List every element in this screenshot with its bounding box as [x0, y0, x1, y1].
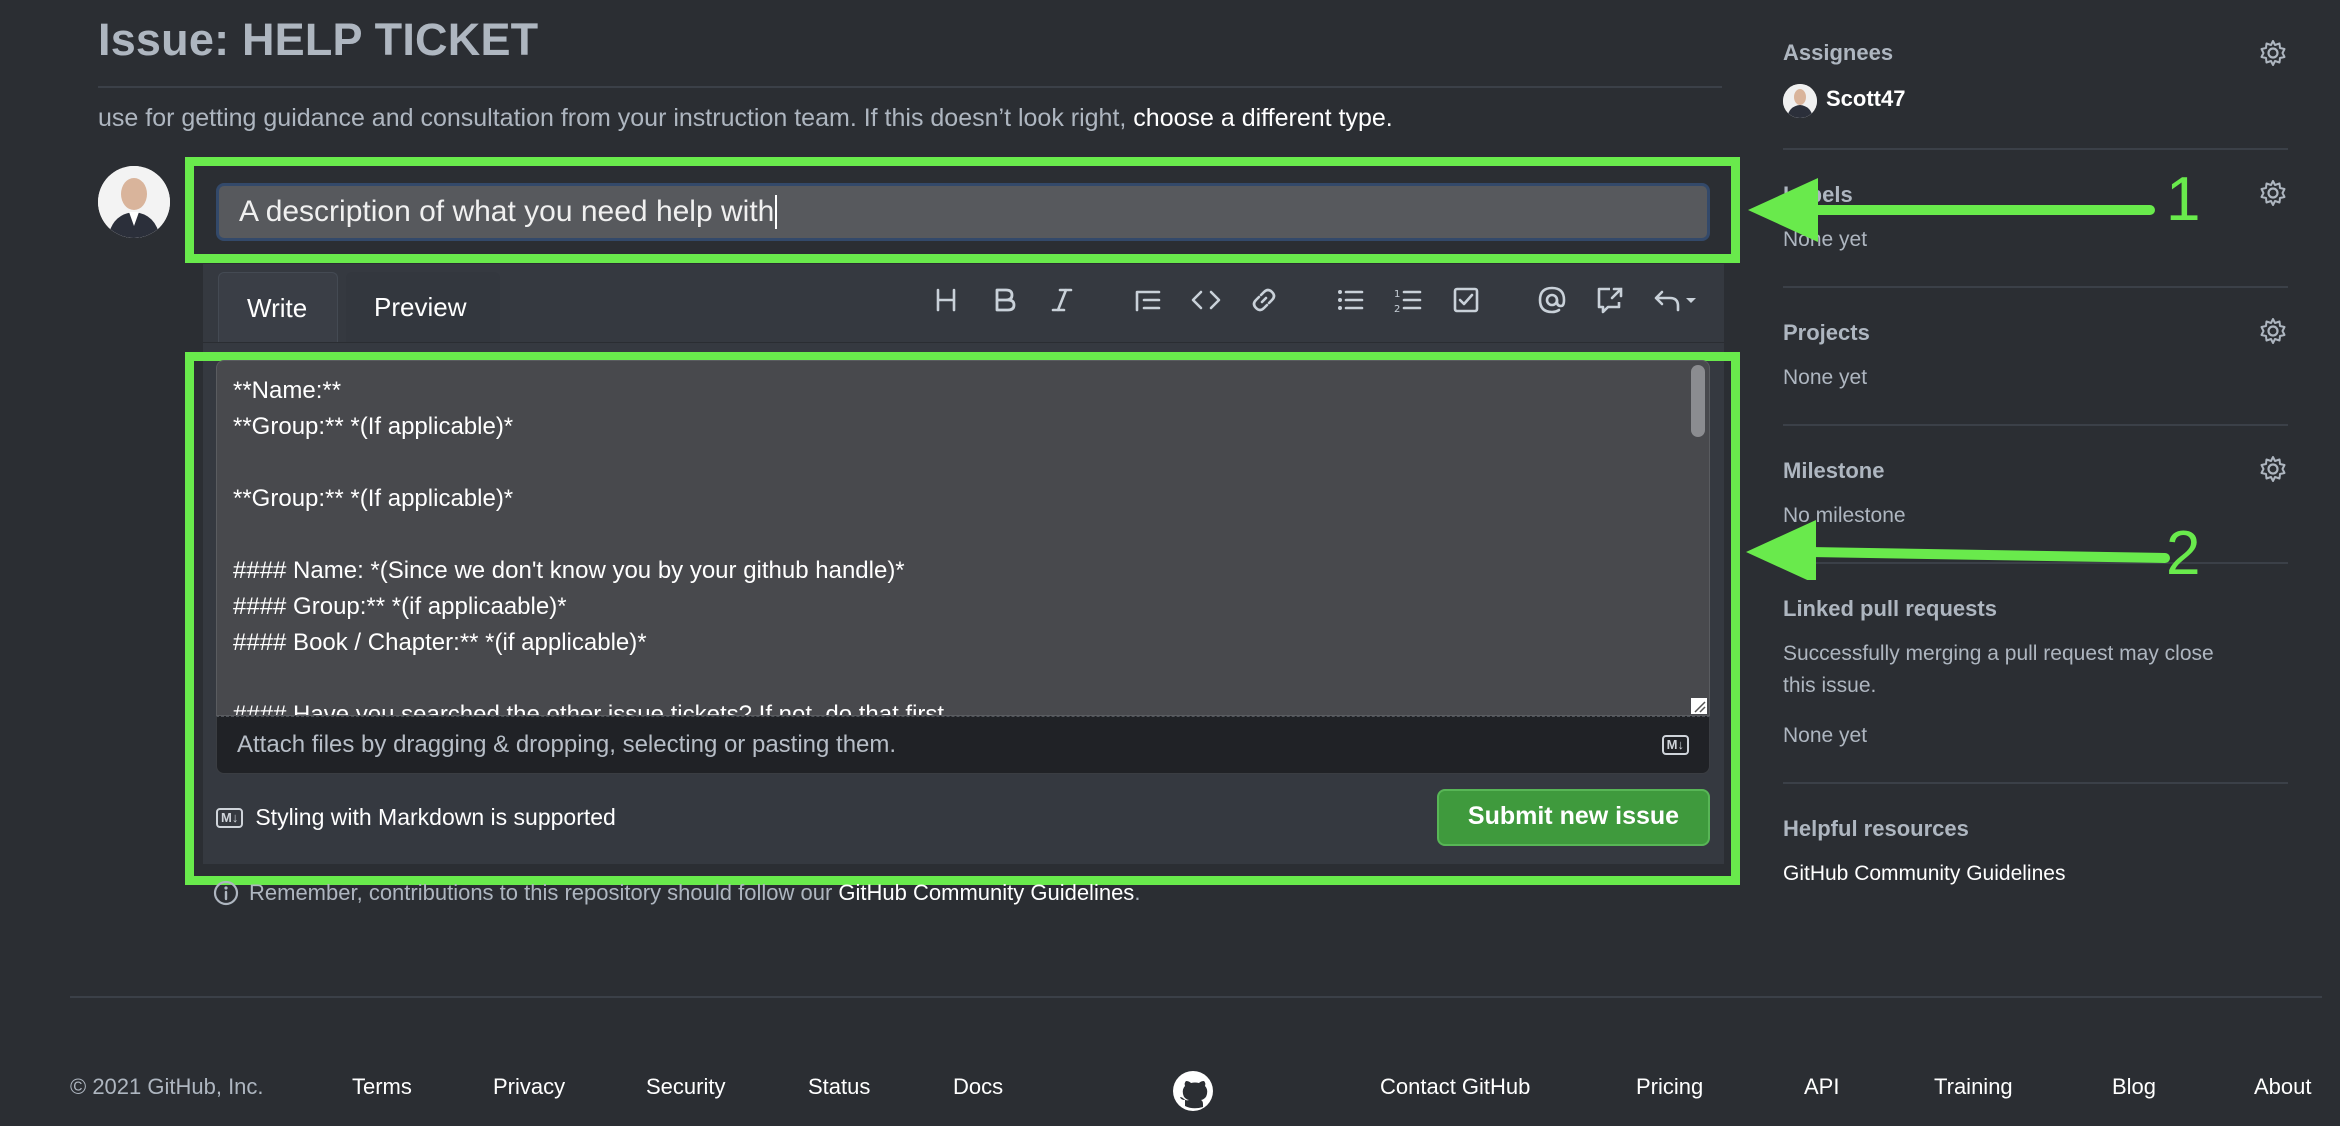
linked-prs-value: None yet — [1783, 724, 1868, 747]
markdown-icon: M↓ — [1661, 735, 1689, 755]
annotation-arrows — [1746, 178, 2170, 580]
page-title: Issue: HELP TICKET — [98, 14, 539, 65]
markdown-icon: M↓ — [216, 807, 244, 828]
resize-handle-icon[interactable] — [1691, 698, 1707, 714]
footer-copyright: © 2021 GitHub, Inc. — [70, 1074, 264, 1099]
sidebar-divider — [1783, 782, 2288, 784]
footer-link-pricing[interactable]: Pricing — [1636, 1074, 1703, 1100]
template-description: use for getting guidance and consultatio… — [98, 104, 1393, 133]
submit-new-issue-button[interactable]: Submit new issue — [1437, 789, 1710, 846]
linked-prs-description: Successfully merging a pull request may … — [1783, 642, 2214, 665]
template-description-text: use for getting guidance and consultatio… — [98, 104, 1134, 132]
svg-text:1: 1 — [1394, 289, 1400, 300]
issue-title-value: A description of what you need help with — [239, 195, 775, 228]
footer-link-api[interactable]: API — [1804, 1074, 1839, 1100]
contribution-reminder: Remember, contributions to this reposito… — [213, 880, 1140, 906]
footer-link-privacy[interactable]: Privacy — [493, 1074, 565, 1100]
footer-link-training[interactable]: Training — [1934, 1074, 2013, 1100]
textarea-scrollbar[interactable] — [1691, 365, 1705, 437]
linked-prs-heading: Linked pull requests — [1783, 596, 1997, 621]
svg-text:2: 2 — [1394, 304, 1400, 315]
assignees-gear-icon[interactable] — [2258, 38, 2288, 68]
issue-body-textarea[interactable]: **Name:** **Group:** *(If applicable)* *… — [216, 360, 1710, 716]
github-logo-icon[interactable] — [1172, 1070, 1214, 1112]
annotation-marker-1: 1 — [2166, 165, 2201, 234]
bulleted-list-icon[interactable] — [1330, 280, 1370, 320]
cross-reference-icon[interactable] — [1590, 280, 1630, 320]
bold-icon[interactable] — [984, 280, 1024, 320]
resources-guidelines-link[interactable]: GitHub Community Guidelines — [1783, 862, 2065, 886]
link-icon[interactable] — [1244, 280, 1284, 320]
footer-link-status[interactable]: Status — [808, 1074, 870, 1100]
attach-files-bar[interactable]: Attach files by dragging & dropping, sel… — [216, 716, 1710, 774]
footer-link-terms[interactable]: Terms — [352, 1074, 412, 1100]
milestone-gear-icon[interactable] — [2258, 454, 2288, 484]
footer-link-docs[interactable]: Docs — [953, 1074, 1003, 1100]
assignee-avatar[interactable] — [1783, 84, 1817, 118]
task-list-icon[interactable] — [1446, 280, 1486, 320]
footer-divider — [70, 996, 2322, 998]
assignee-name[interactable]: Scott47 — [1826, 86, 1905, 112]
mention-icon[interactable] — [1532, 280, 1572, 320]
heading-icon[interactable] — [926, 280, 966, 320]
reminder-text: Remember, contributions to this reposito… — [249, 880, 839, 905]
labels-gear-icon[interactable] — [2258, 178, 2288, 208]
code-icon[interactable] — [1186, 280, 1226, 320]
title-divider — [98, 86, 1722, 88]
footer-link-security[interactable]: Security — [646, 1074, 725, 1100]
issue-title-input[interactable]: A description of what you need help with — [216, 183, 1710, 241]
community-guidelines-link[interactable]: GitHub Community Guidelines — [838, 880, 1134, 905]
text-caret — [775, 195, 778, 229]
markdown-note[interactable]: M↓ Styling with Markdown is supported — [216, 804, 616, 831]
annotation-marker-2: 2 — [2166, 519, 2201, 588]
attach-files-text: Attach files by dragging & dropping, sel… — [237, 731, 897, 758]
italic-icon[interactable] — [1042, 280, 1082, 320]
quote-icon[interactable] — [1128, 280, 1168, 320]
choose-different-type-link[interactable]: choose a different type. — [1133, 104, 1392, 132]
resources-heading: Helpful resources — [1783, 816, 1969, 841]
info-icon — [213, 880, 239, 906]
tab-preview[interactable]: Preview — [346, 272, 500, 342]
projects-gear-icon[interactable] — [2258, 316, 2288, 346]
numbered-list-icon[interactable]: 12 — [1388, 280, 1428, 320]
assignees-heading: Assignees — [1783, 40, 1894, 65]
tab-write[interactable]: Write — [218, 272, 338, 342]
author-avatar — [98, 166, 170, 238]
tab-divider — [203, 342, 1724, 343]
linked-prs-description-2: this issue. — [1783, 674, 1877, 697]
reminder-end: . — [1134, 880, 1141, 905]
saved-replies-icon[interactable] — [1648, 280, 1704, 320]
markdown-note-text: Styling with Markdown is supported — [255, 804, 616, 830]
footer-link-blog[interactable]: Blog — [2112, 1074, 2156, 1100]
footer-link-about[interactable]: About — [2254, 1074, 2312, 1100]
footer-link-contact[interactable]: Contact GitHub — [1380, 1074, 1530, 1100]
